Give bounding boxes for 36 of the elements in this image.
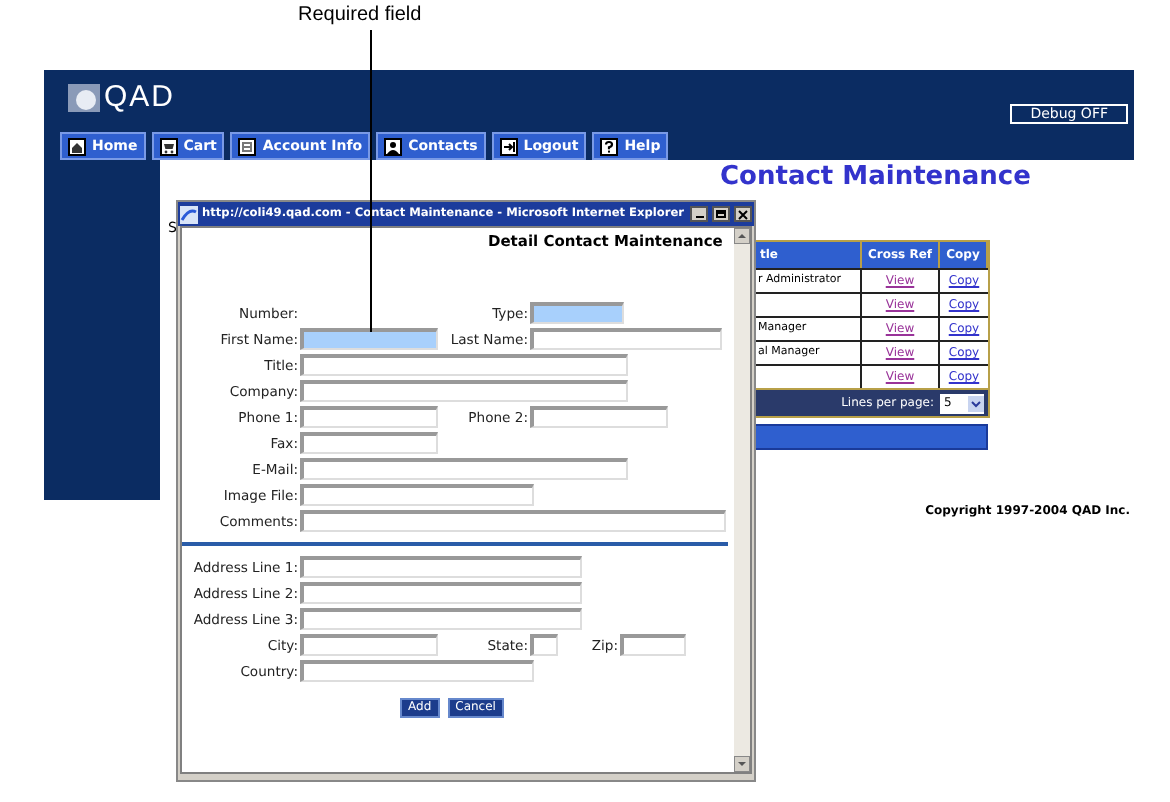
text-field[interactable]	[300, 582, 582, 604]
text-field[interactable]	[300, 510, 726, 532]
scroll-up-icon[interactable]	[734, 228, 750, 244]
house-icon	[68, 137, 86, 155]
dropdown-arrow-icon	[968, 395, 984, 411]
text-field[interactable]	[300, 432, 438, 454]
cart-icon	[159, 137, 178, 155]
logo-icon	[68, 83, 100, 111]
text-field[interactable]	[300, 608, 582, 630]
text-field[interactable]	[530, 406, 668, 428]
exit-icon	[499, 137, 518, 155]
annotation-label: Required field	[298, 4, 422, 30]
text-field[interactable]	[300, 660, 534, 682]
text-field[interactable]	[300, 328, 438, 350]
text-field[interactable]	[300, 556, 582, 578]
text-field[interactable]	[300, 634, 438, 656]
text-field[interactable]	[300, 406, 438, 428]
document-icon	[238, 137, 257, 155]
text-field[interactable]	[530, 302, 624, 324]
text-field[interactable]	[300, 380, 628, 402]
text-field[interactable]	[300, 458, 628, 480]
text-field[interactable]	[620, 634, 686, 656]
close-icon	[738, 209, 748, 219]
browser-icon	[180, 205, 198, 223]
close-button[interactable]	[734, 206, 752, 222]
text-field[interactable]	[530, 328, 722, 350]
text-field[interactable]	[530, 634, 558, 656]
person-icon	[384, 137, 403, 155]
logo-text: QAD	[104, 82, 176, 112]
minimize-button[interactable]	[690, 206, 708, 222]
text-field[interactable]	[300, 484, 534, 506]
maximize-button[interactable]	[712, 206, 730, 222]
scroll-down-icon[interactable]	[734, 756, 750, 772]
page-title: Contact Maintenance	[720, 162, 1033, 192]
text-field[interactable]	[300, 354, 628, 376]
question-icon	[600, 137, 619, 155]
